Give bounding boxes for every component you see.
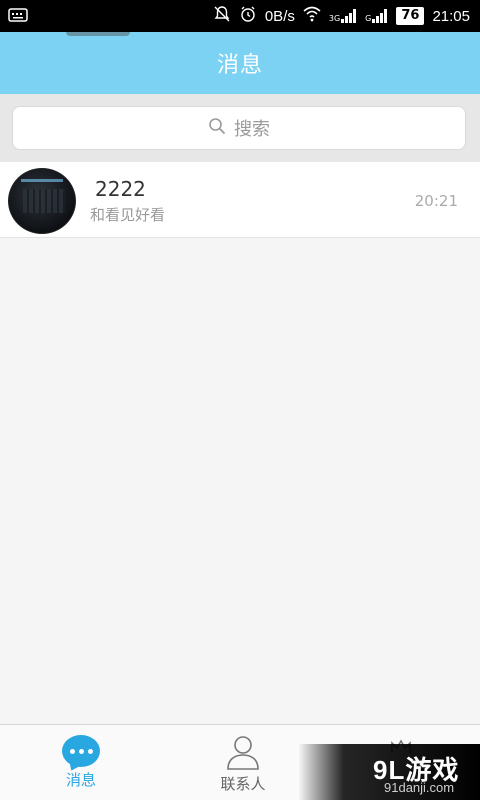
page-title: 消息 — [216, 53, 263, 78]
tab-contacts-label: 联系人 — [220, 775, 266, 793]
header-decoration — [66, 32, 130, 36]
status-bar: 0B/s 3G G 76 21:05 — [0, 0, 480, 32]
search-placeholder: 搜索 — [234, 119, 270, 140]
status-time: 21:05 — [432, 7, 470, 25]
wifi-icon — [303, 6, 321, 26]
message-bubble-icon — [62, 735, 100, 767]
signal-g-icon: G — [365, 9, 388, 23]
keyboard-notification-icon — [8, 7, 28, 26]
alarm-icon — [239, 5, 257, 27]
conversation-time: 20:21 — [414, 192, 458, 210]
signal-3g-icon: 3G — [329, 9, 357, 23]
header: 消息 — [0, 32, 480, 94]
conversation-name: 2222 — [95, 177, 146, 201]
search-icon — [208, 117, 226, 139]
tab-messages-label: 消息 — [65, 771, 96, 789]
net-speed: 0B/s — [264, 7, 295, 25]
tab-contacts[interactable]: 联系人 — [188, 731, 298, 799]
watermark-url: 91danji.com — [384, 780, 455, 795]
list-item[interactable]: 2222 和看见好看 20:21 — [0, 162, 480, 238]
person-icon — [223, 733, 263, 771]
search-input[interactable]: 搜索 — [12, 106, 466, 150]
battery-indicator: 76 — [396, 7, 425, 25]
search-area: 搜索 — [0, 94, 480, 162]
watermark: 9L游戏 91danji.com — [298, 744, 480, 800]
tab-messages[interactable]: 消息 — [26, 731, 136, 799]
conversation-preview: 和看见好看 — [90, 206, 166, 224]
avatar — [8, 168, 76, 234]
notifications-off-icon — [213, 5, 231, 27]
